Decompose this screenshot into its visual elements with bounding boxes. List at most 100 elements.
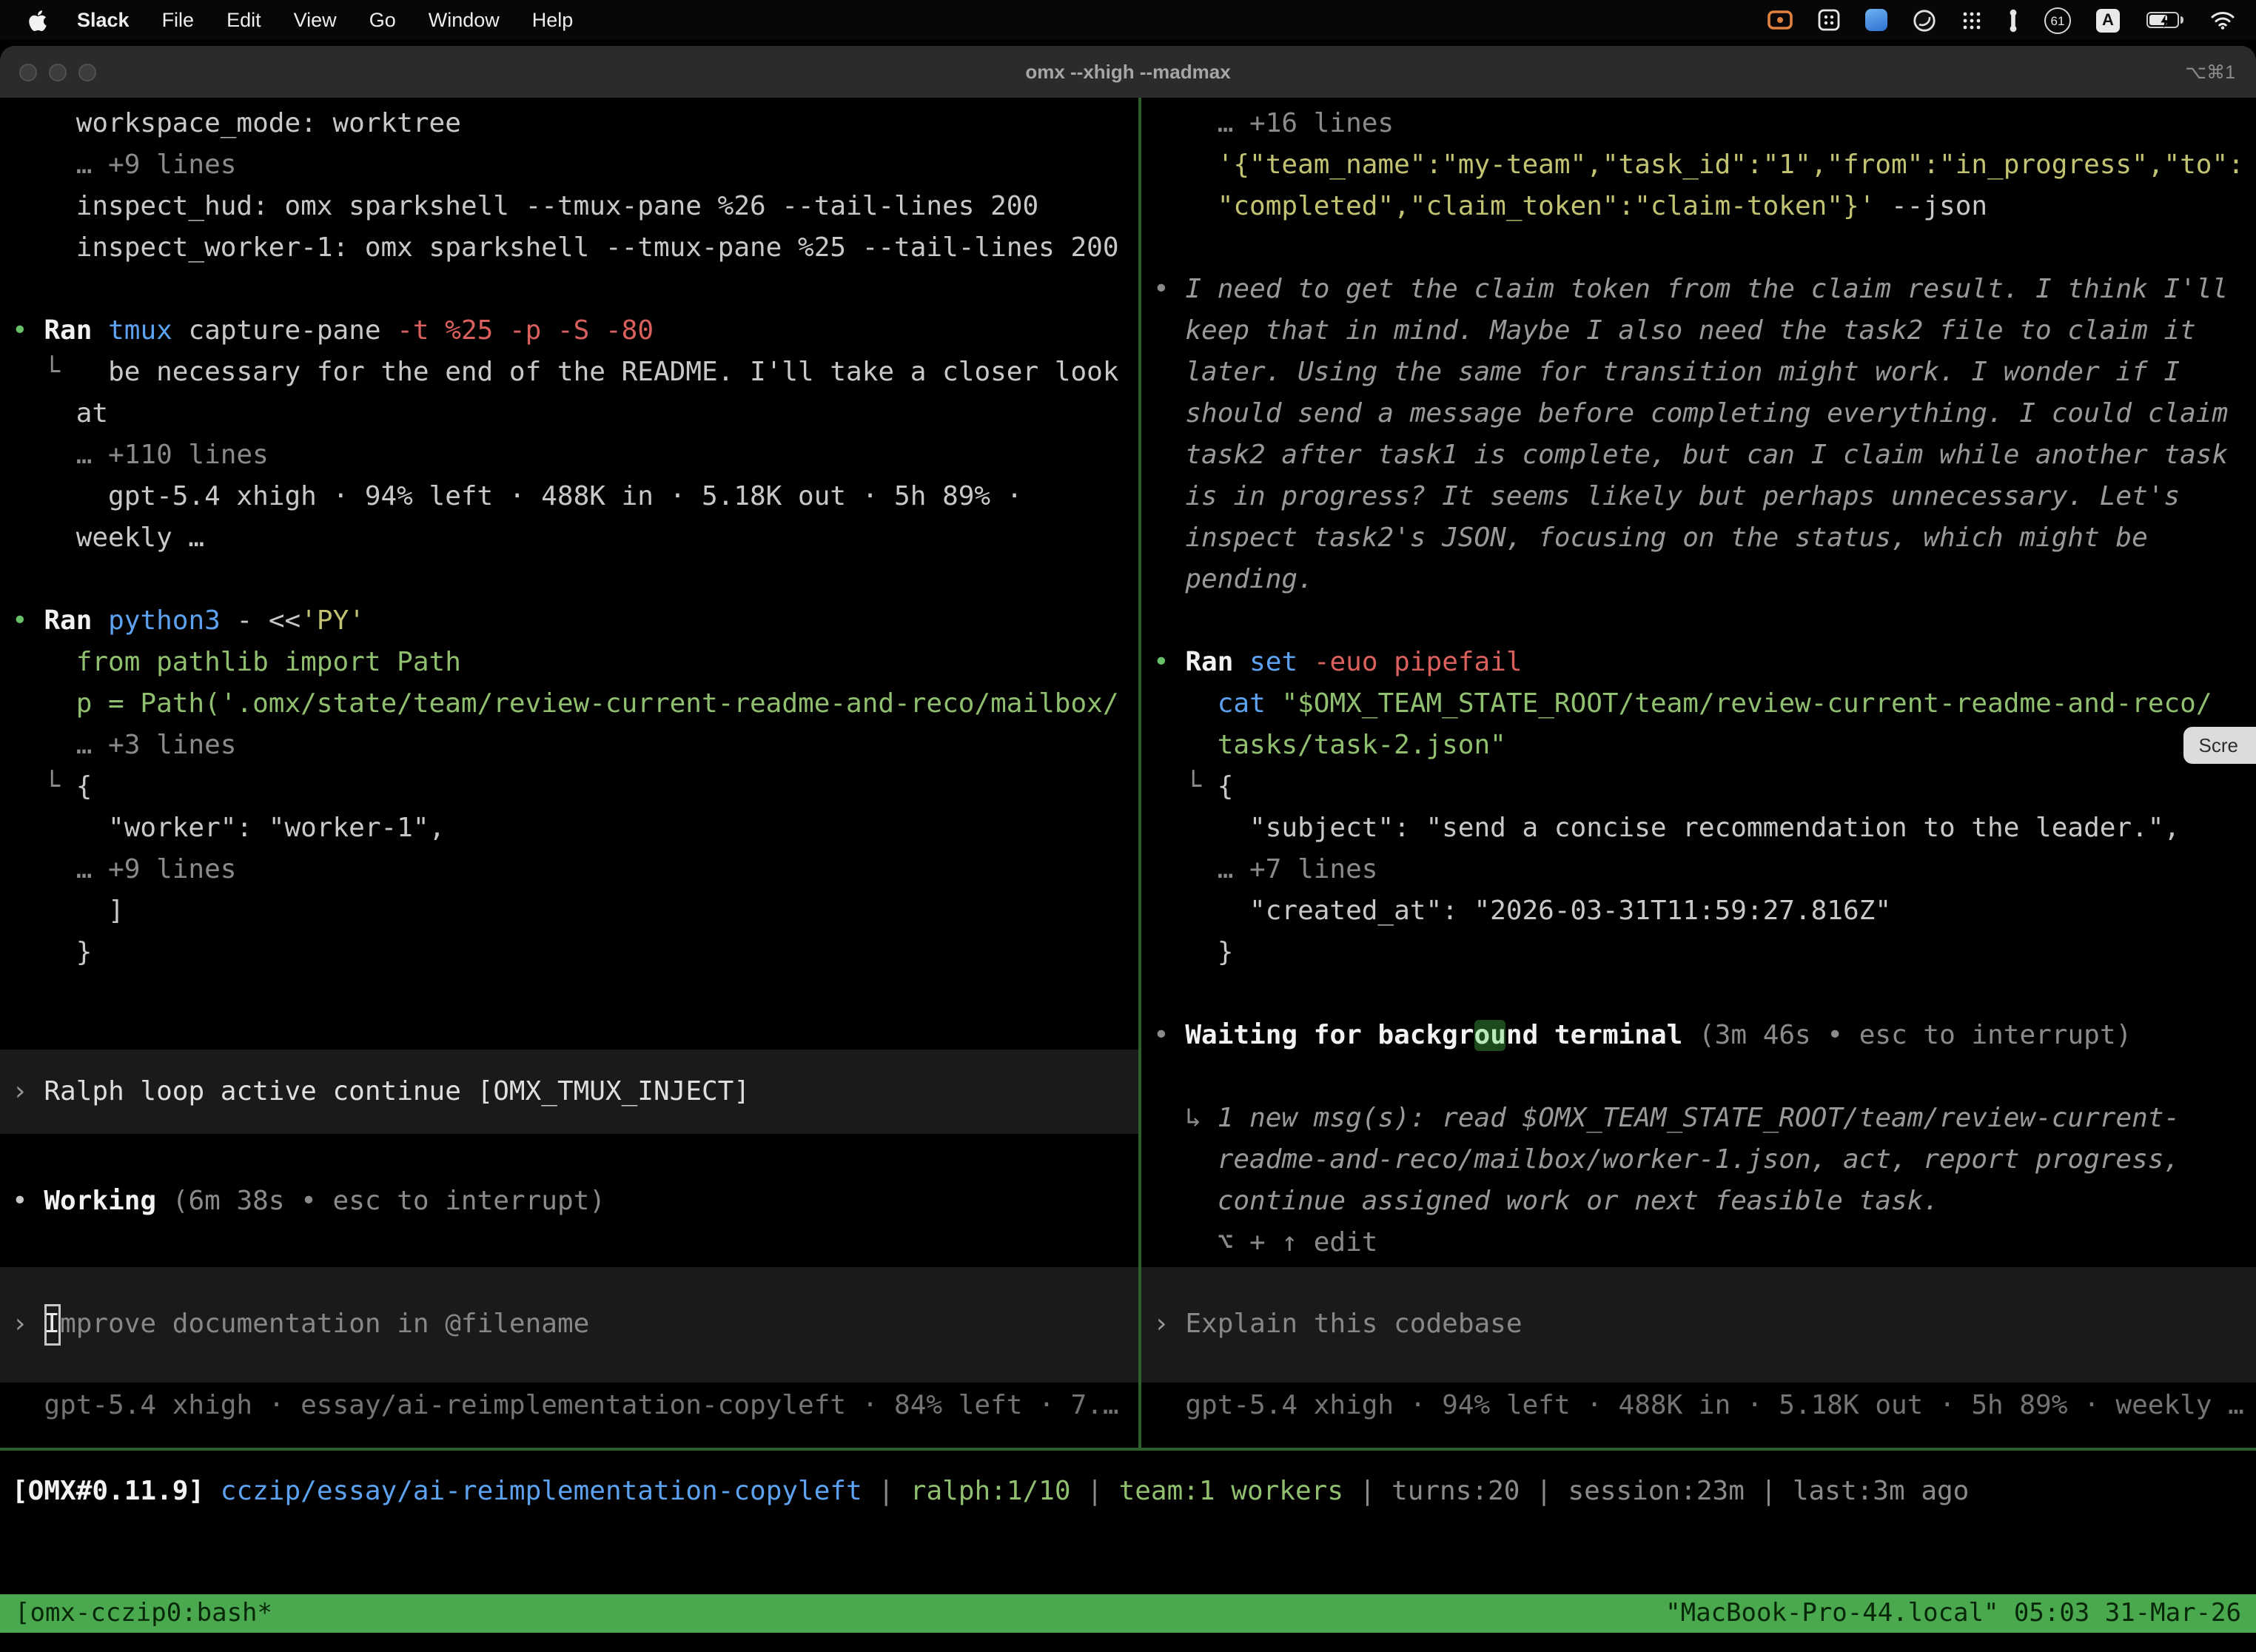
terminal-line: "subject": "send a concise recommendatio…: [1153, 808, 2256, 850]
terminal-line: ]: [12, 891, 1138, 933]
terminal-line: └ {: [12, 767, 1138, 808]
terminal-line: '{"team_name":"my-team","task_id":"1","f…: [1153, 145, 2256, 187]
terminal-line: • Waiting for background terminal (3m 46…: [1153, 1015, 2256, 1057]
terminal-window: omx --xhigh --madmax ⌥⌘1 workspace_mode:…: [0, 46, 2256, 1652]
terminal-line: "completed","claim_token":"claim-token"}…: [1153, 187, 2256, 228]
close-button[interactable]: [19, 63, 37, 81]
menu-app-name[interactable]: Slack: [61, 0, 146, 40]
terminal-line: [12, 974, 1138, 1015]
left-session-footer: gpt-5.4 xhigh · essay/ai-reimplementatio…: [12, 1386, 1138, 1427]
gauge-value: 61: [2051, 13, 2065, 27]
tmux-status-bar: [omx-cczip0:bash* "MacBook-Pro-44.local"…: [0, 1594, 2256, 1633]
menubar-utility-icon[interactable]: [2007, 8, 2019, 32]
menu-view[interactable]: View: [278, 0, 353, 40]
terminal-line: inspect task2's JSON, focusing on the st…: [1153, 518, 2256, 560]
terminal-line: pending.: [1153, 560, 2256, 601]
input-source-icon[interactable]: A: [2096, 8, 2120, 32]
bottom-pane-divider: [0, 1448, 2256, 1451]
terminal-line: workspace_mode: worktree: [12, 104, 1138, 145]
terminal-line: inspect_worker-1: omx sparkshell --tmux-…: [12, 228, 1138, 269]
zoom-button[interactable]: [78, 63, 96, 81]
titlebar[interactable]: omx --xhigh --madmax ⌥⌘1: [0, 46, 2256, 98]
terminal-line: [1153, 228, 2256, 269]
gauge-icon[interactable]: 61: [2044, 7, 2071, 33]
terminal-line: p = Path('.omx/state/team/review-current…: [12, 684, 1138, 725]
ralph-status-box: › Ralph loop active continue [OMX_TMUX_I…: [0, 1050, 1138, 1134]
terminal-line: gpt-5.4 xhigh · 94% left · 488K in · 5.1…: [12, 477, 1138, 518]
app-launcher-icon[interactable]: [1961, 10, 1982, 30]
left-prompt-input[interactable]: › Improve documentation in @filename: [0, 1267, 1138, 1383]
menubar-menus: Slack File Edit View Go Window Help: [15, 0, 589, 40]
terminal-line: }: [1153, 933, 2256, 974]
terminal-line: … +9 lines: [12, 850, 1138, 891]
menu-go[interactable]: Go: [353, 0, 412, 40]
terminal-line: … +9 lines: [12, 145, 1138, 187]
terminal-line: ⌥ + ↑ edit: [1153, 1223, 2256, 1264]
terminal-line: [12, 560, 1138, 601]
window-title: omx --xhigh --madmax: [1025, 61, 1230, 83]
terminal-line: later. Using the same for transition mig…: [1153, 352, 2256, 394]
menubar: Slack File Edit View Go Window Help: [0, 0, 2256, 40]
terminal-content: workspace_mode: worktree … +9 lines insp…: [0, 98, 2256, 1652]
terminal-line: [1153, 974, 2256, 1015]
terminal-line: readme-and-reco/mailbox/worker-1.json, a…: [1153, 1140, 2256, 1181]
menu-edit[interactable]: Edit: [210, 0, 278, 40]
battery-nub: [2181, 16, 2183, 24]
screen-share-tooltip: Scre: [2184, 727, 2256, 764]
terminal-line: … +110 lines: [12, 435, 1138, 477]
terminal-line: keep that in mind. Maybe I also need the…: [1153, 311, 2256, 352]
terminal-line: • Ran tmux capture-pane -t %25 -p -S -80: [12, 311, 1138, 352]
terminal-line: … +16 lines: [1153, 104, 2256, 145]
terminal-line: from pathlib import Path: [12, 642, 1138, 684]
battery-icon[interactable]: [2145, 10, 2185, 30]
menu-help[interactable]: Help: [516, 0, 590, 40]
terminal-line: └ {: [1153, 767, 2256, 808]
terminal-line: inspect_hud: omx sparkshell --tmux-pane …: [12, 187, 1138, 228]
screen: Slack File Edit View Go Window Help: [0, 0, 2256, 1652]
grid-app-icon[interactable]: [1818, 9, 1840, 31]
terminal-line: cat "$OMX_TEAM_STATE_ROOT/team/review-cu…: [1153, 684, 2256, 725]
terminal-line: └ be necessary for the end of the README…: [12, 352, 1138, 394]
terminal-line: "worker": "worker-1",: [12, 808, 1138, 850]
minimize-button[interactable]: [49, 63, 67, 81]
terminal-line: [1153, 1057, 2256, 1098]
working-status-line: • Working (6m 38s • esc to interrupt): [12, 1181, 1138, 1223]
terminal-line: ↳ 1 new msg(s): read $OMX_TEAM_STATE_ROO…: [1153, 1098, 2256, 1140]
apple-icon: [28, 8, 47, 32]
blue-app-icon[interactable]: [1865, 9, 1887, 31]
terminal-line: • Ran python3 - <<'PY': [12, 601, 1138, 642]
right-pane-output: … +16 lines '{"team_name":"my-team","tas…: [1153, 104, 2256, 1264]
menu-window[interactable]: Window: [412, 0, 516, 40]
terminal-line: "created_at": "2026-03-31T11:59:27.816Z": [1153, 891, 2256, 933]
terminal-line: is in progress? It seems likely but perh…: [1153, 477, 2256, 518]
menubar-status-icons: 61 A: [1767, 7, 2235, 33]
omx-status-line: [OMX#0.11.9] cczip/essay/ai-reimplementa…: [12, 1471, 1969, 1513]
left-pane-output: workspace_mode: worktree … +9 lines insp…: [12, 104, 1138, 1015]
terminal-line: [1153, 601, 2256, 642]
right-pane[interactable]: … +16 lines '{"team_name":"my-team","tas…: [1141, 98, 2256, 1448]
terminal-line: • I need to get the claim token from the…: [1153, 269, 2256, 311]
wifi-icon[interactable]: [2210, 10, 2235, 30]
terminal-line: weekly …: [12, 518, 1138, 560]
right-prompt-input[interactable]: › Explain this codebase: [1141, 1267, 2256, 1383]
terminal-line: [12, 269, 1138, 311]
terminal-line: at: [12, 394, 1138, 435]
terminal-line: … +3 lines: [12, 725, 1138, 767]
terminal-line: should send a message before completing …: [1153, 394, 2256, 435]
dark-circle-app-icon[interactable]: [1913, 8, 1936, 32]
terminal-line: }: [12, 933, 1138, 974]
menu-file[interactable]: File: [146, 0, 211, 40]
tmux-session-info: [omx-cczip0:bash*: [15, 1599, 272, 1628]
terminal-line: … +7 lines: [1153, 850, 2256, 891]
battery-body: [2146, 12, 2179, 28]
apple-menu[interactable]: [15, 8, 61, 32]
input-source-value: A: [2102, 11, 2114, 29]
terminal-line: tasks/task-2.json": [1153, 725, 2256, 767]
terminal-line: • Ran set -euo pipefail: [1153, 642, 2256, 684]
screen-recording-icon[interactable]: [1767, 10, 1793, 30]
terminal-line: task2 after task1 is complete, but can I…: [1153, 435, 2256, 477]
terminal-line: continue assigned work or next feasible …: [1153, 1181, 2256, 1223]
left-pane[interactable]: workspace_mode: worktree … +9 lines insp…: [0, 98, 1138, 1448]
traffic-lights: [19, 46, 96, 98]
window-shortcut-hint: ⌥⌘1: [2185, 61, 2235, 83]
